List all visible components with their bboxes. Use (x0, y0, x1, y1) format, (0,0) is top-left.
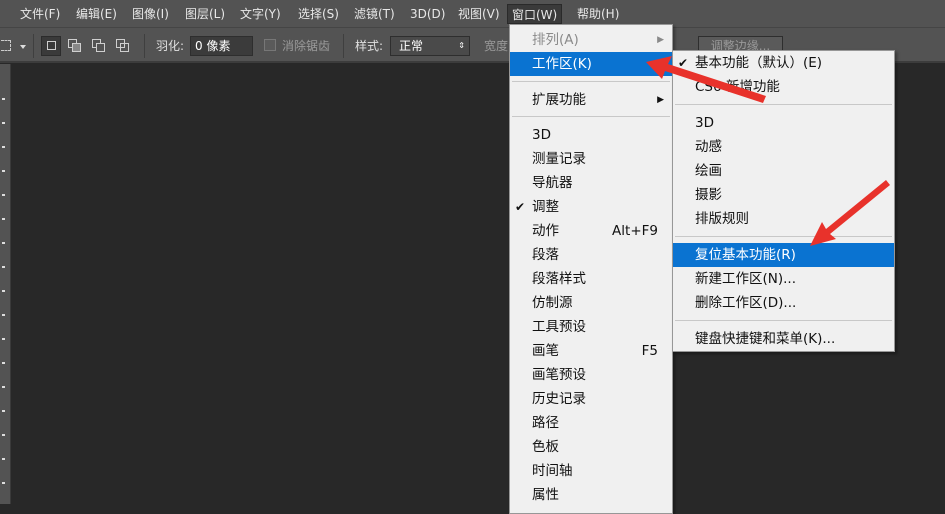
red-arrow-icon (646, 56, 766, 103)
annotation-arrows (646, 56, 890, 246)
red-arrow-icon (810, 180, 890, 246)
